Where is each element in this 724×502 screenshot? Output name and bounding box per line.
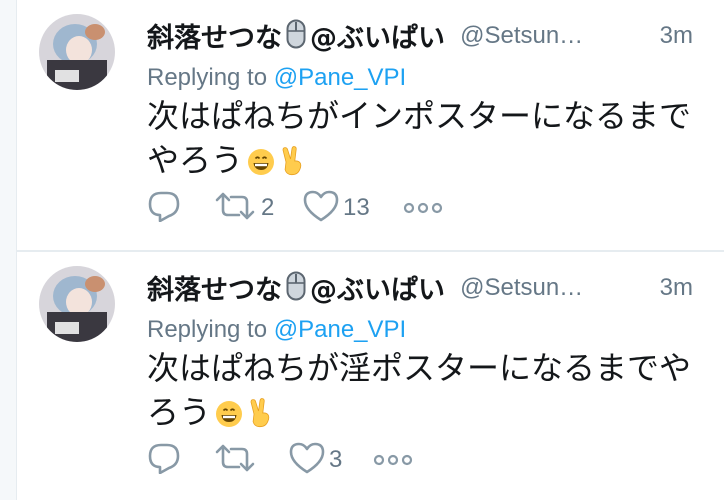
tweet-text-line: 次はぱねちが淫ポスターになるまでや bbox=[147, 349, 692, 387]
timeline-left-border bbox=[0, 0, 17, 500]
user-handle[interactable]: @Setsun… bbox=[460, 22, 583, 50]
grinning-face-icon bbox=[215, 395, 243, 439]
mention-link[interactable]: @Pane_VPI bbox=[274, 316, 406, 343]
mouse-emoji-icon bbox=[286, 19, 306, 53]
heart-icon bbox=[289, 442, 325, 478]
tweet-text: 次はぱねちがインポスターになるまで やろう bbox=[147, 94, 722, 187]
retweet-icon bbox=[213, 190, 257, 226]
reply-button[interactable] bbox=[147, 442, 181, 478]
timestamp[interactable]: 3m bbox=[660, 274, 693, 302]
replying-to: Replying to @Pane_VPI bbox=[147, 64, 406, 92]
tweet[interactable]: 斜落せつな @ぶいぱい @Setsun… 3m Replying to @Pane… bbox=[17, 0, 724, 250]
reply-icon bbox=[147, 442, 181, 478]
avatar[interactable] bbox=[39, 14, 115, 90]
display-name[interactable]: 斜落せつな bbox=[147, 268, 282, 307]
like-count: 3 bbox=[329, 446, 343, 473]
grinning-face-icon bbox=[247, 143, 275, 187]
more-button[interactable] bbox=[403, 190, 443, 226]
like-button[interactable]: 13 bbox=[303, 190, 370, 226]
timestamp[interactable]: 3m bbox=[660, 22, 693, 50]
display-name-suffix[interactable]: @ぶいぱい bbox=[310, 16, 445, 55]
tweet-text-fragment: ろう bbox=[147, 393, 212, 431]
more-icon bbox=[403, 199, 443, 218]
replying-label: Replying to bbox=[147, 64, 268, 91]
reply-button[interactable] bbox=[147, 190, 181, 226]
heart-icon bbox=[303, 190, 339, 226]
display-name[interactable]: 斜落せつな bbox=[147, 16, 282, 55]
display-name-suffix[interactable]: @ぶいぱい bbox=[310, 268, 445, 307]
tweet-text-line: 次はぱねちがインポスターになるまで bbox=[147, 97, 692, 135]
mouse-emoji-icon bbox=[286, 271, 306, 305]
tweet-header: 斜落せつな @ぶいぱい @Setsun… 3m bbox=[147, 16, 707, 60]
victory-hand-icon bbox=[279, 143, 305, 187]
tweet-text-line: ろう bbox=[147, 390, 722, 439]
retweet-button[interactable] bbox=[213, 442, 261, 478]
tweet-text: 次はぱねちが淫ポスターになるまでや ろう bbox=[147, 346, 722, 439]
more-button[interactable] bbox=[373, 442, 413, 478]
more-icon bbox=[373, 451, 413, 470]
like-count: 13 bbox=[343, 194, 370, 221]
tweet-feed: 斜落せつな @ぶいぱい @Setsun… 3m Replying to @Pane… bbox=[0, 0, 724, 500]
retweet-icon bbox=[213, 442, 257, 478]
retweet-count: 2 bbox=[261, 194, 275, 221]
user-handle[interactable]: @Setsun… bbox=[460, 274, 583, 302]
reply-icon bbox=[147, 190, 181, 226]
tweet-text-line: やろう bbox=[147, 138, 722, 187]
mention-link[interactable]: @Pane_VPI bbox=[274, 64, 406, 91]
avatar[interactable] bbox=[39, 266, 115, 342]
replying-label: Replying to bbox=[147, 316, 268, 343]
tweet-text-fragment: やろう bbox=[147, 141, 244, 179]
tweet[interactable]: 斜落せつな @ぶいぱい @Setsun… 3m Replying to @Pane… bbox=[17, 252, 724, 502]
replying-to: Replying to @Pane_VPI bbox=[147, 316, 406, 344]
tweet-header: 斜落せつな @ぶいぱい @Setsun… 3m bbox=[147, 268, 707, 312]
victory-hand-icon bbox=[247, 395, 273, 439]
retweet-button[interactable]: 2 bbox=[213, 190, 274, 226]
like-button[interactable]: 3 bbox=[289, 442, 342, 478]
